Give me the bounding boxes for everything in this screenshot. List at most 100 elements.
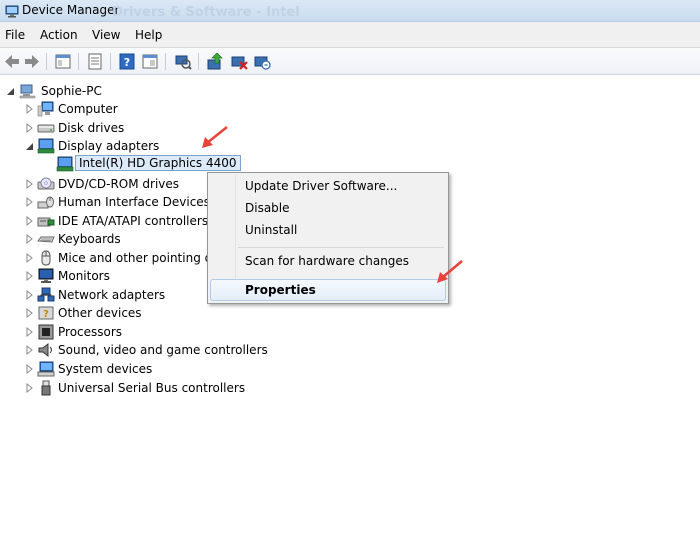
menu-file[interactable]: File (5, 28, 25, 42)
collapsed-arrow-icon[interactable] (25, 215, 35, 227)
tree-item-intel-hd-graphics-4400[interactable]: Intel(R) HD Graphics 4400 (44, 155, 241, 173)
collapsed-arrow-icon[interactable] (25, 178, 35, 190)
tree-item-label: System devices (58, 362, 153, 376)
svg-text:?: ? (124, 56, 130, 69)
display-adapter-icon (37, 138, 55, 154)
tree-item-label: DVD/CD-ROM drives (58, 177, 180, 191)
disable-device-icon[interactable] (229, 52, 249, 71)
tree-item-display-adapters[interactable]: Display adapters (25, 137, 225, 155)
menu-item-label: Properties (245, 283, 316, 297)
tree-item-network-adapters[interactable]: Network adapters (25, 286, 225, 304)
context-menu: Update Driver Software... Disable Uninst… (207, 172, 449, 304)
computer-root-icon (19, 84, 36, 99)
tree-item-label: Universal Serial Bus controllers (58, 381, 246, 395)
network-adapter-icon (37, 287, 55, 302)
device-manager-icon (5, 5, 19, 18)
expanded-arrow-icon[interactable] (25, 140, 35, 152)
back-arrow-icon[interactable] (2, 52, 22, 71)
collapsed-arrow-icon[interactable] (25, 270, 35, 282)
background-window-title: Drivers & Software - Intel (112, 5, 300, 20)
tree-item-label: Disk drives (58, 121, 125, 135)
mouse-icon (41, 250, 51, 266)
console-tree-icon[interactable] (53, 52, 73, 71)
tree-item-label: Sound, video and game controllers (58, 343, 268, 357)
menu-item-label: Update Driver Software... (245, 179, 398, 193)
uninstall-device-icon[interactable] (252, 52, 272, 71)
tree-item-label: Processors (58, 325, 123, 339)
scan-hardware-icon[interactable] (173, 52, 193, 71)
collapsed-arrow-icon[interactable] (25, 122, 35, 134)
menu-bar: File Action View Help (0, 22, 700, 48)
tree-item-other-devices[interactable]: ? Other devices (25, 304, 225, 322)
tree-item-dvd-cd-rom-drives[interactable]: DVD/CD-ROM drives (25, 175, 225, 193)
collapsed-arrow-icon[interactable] (25, 382, 35, 394)
properties-icon[interactable] (85, 52, 105, 71)
tree-root-label: Sophie-PC (41, 84, 102, 98)
annotation-arrow-icon (437, 260, 463, 283)
tree-item-system-devices[interactable]: System devices (25, 360, 225, 378)
toolbar-separator (165, 53, 166, 70)
tree-item-keyboards[interactable]: Keyboards (25, 230, 225, 248)
toolbar-separator (198, 53, 199, 70)
collapsed-arrow-icon[interactable] (25, 252, 35, 264)
system-devices-icon (37, 361, 55, 377)
tree-item-label: IDE ATA/ATAPI controllers (58, 214, 209, 228)
menu-item-label: Uninstall (245, 223, 298, 237)
tree-item-mice-and-other-pointing-devices[interactable]: Mice and other pointing de (25, 249, 225, 267)
toolbar-separator (110, 53, 111, 70)
annotation-arrow-icon (202, 126, 228, 148)
ide-controller-icon (37, 217, 55, 227)
tree-item-computer[interactable]: Computer (25, 100, 225, 118)
menu-help[interactable]: Help (135, 28, 162, 42)
collapsed-arrow-icon[interactable] (25, 344, 35, 356)
tree-item-monitors[interactable]: Monitors (25, 267, 225, 285)
menu-item-properties[interactable]: Properties (210, 279, 446, 301)
tree-item-label: Human Interface Devices (58, 195, 210, 209)
menu-item-update-driver-software[interactable]: Update Driver Software... (210, 175, 446, 197)
tree-item-label: Mice and other pointing de (58, 251, 220, 265)
menu-item-disable[interactable]: Disable (210, 197, 446, 219)
tree-root[interactable]: Sophie-PC (6, 82, 126, 100)
collapsed-arrow-icon[interactable] (25, 233, 35, 245)
menu-view[interactable]: View (92, 28, 120, 42)
tree-item-human-interface-devices[interactable]: Human Interface Devices (25, 193, 225, 211)
expanded-arrow-icon[interactable] (6, 85, 16, 97)
collapsed-arrow-icon[interactable] (25, 363, 35, 375)
tree-item-ide-ata-atapi-controllers[interactable]: IDE ATA/ATAPI controllers (25, 212, 225, 230)
sound-icon (38, 342, 52, 358)
update-driver-icon[interactable] (205, 52, 225, 71)
view-icon[interactable] (140, 52, 160, 71)
processor-icon (38, 324, 54, 340)
menu-item-scan-for-hardware-changes[interactable]: Scan for hardware changes (210, 250, 446, 272)
tree-item-disk-drives[interactable]: Disk drives (25, 119, 225, 137)
hid-icon (37, 196, 54, 209)
toolbar-separator (78, 53, 79, 70)
collapsed-arrow-icon[interactable] (25, 326, 35, 338)
tree-item-label: Keyboards (58, 232, 121, 246)
help-icon[interactable]: ? (117, 52, 137, 71)
tree-item-label: Display adapters (58, 139, 160, 153)
computer-icon (37, 101, 54, 117)
toolbar: ? (0, 48, 700, 75)
menu-item-uninstall[interactable]: Uninstall (210, 219, 446, 241)
collapsed-arrow-icon[interactable] (25, 196, 35, 208)
svg-text:?: ? (43, 309, 49, 320)
menu-action[interactable]: Action (40, 28, 78, 42)
other-devices-icon: ? (38, 306, 54, 320)
tree-item-label: Other devices (58, 306, 142, 320)
tree-item-sound-video-and-game-controllers[interactable]: Sound, video and game controllers (25, 341, 285, 359)
tree-item-label: Computer (58, 102, 118, 116)
collapsed-arrow-icon[interactable] (25, 289, 35, 301)
tree-item-processors[interactable]: Processors (25, 323, 225, 341)
collapsed-arrow-icon[interactable] (25, 307, 35, 319)
forward-arrow-icon[interactable] (22, 52, 42, 71)
toolbar-separator (46, 53, 47, 70)
menu-item-label: Disable (245, 201, 290, 215)
device-tree: Sophie-PC Computer Disk drives Display a… (0, 75, 700, 551)
tree-item-label: Monitors (58, 269, 110, 283)
tree-item-universal-serial-bus-controllers[interactable]: Universal Serial Bus controllers (25, 379, 265, 397)
collapsed-arrow-icon[interactable] (25, 103, 35, 115)
title-bar: Device Manager Drivers & Software - Inte… (0, 0, 700, 22)
window-title: Device Manager (22, 3, 120, 17)
dvd-drive-icon (37, 177, 55, 190)
